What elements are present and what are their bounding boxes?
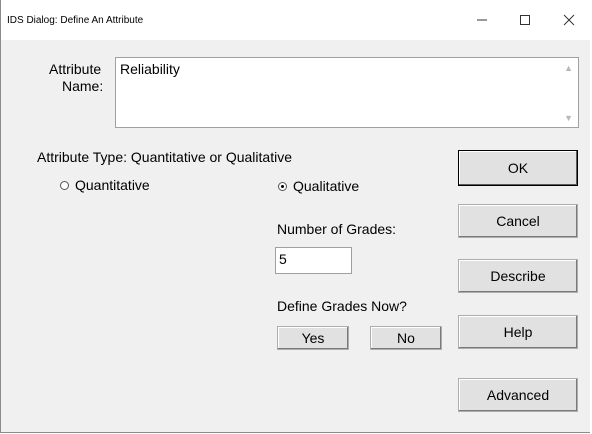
ok-button[interactable]: OK	[458, 150, 578, 186]
define-grades-label: Define Grades Now?	[277, 298, 407, 314]
radio-quantitative[interactable]: Quantitative	[60, 177, 150, 193]
window-title: IDS Dialog: Define An Attribute	[7, 15, 144, 26]
radio-checked-icon	[278, 181, 287, 191]
minimize-button[interactable]	[460, 0, 504, 40]
attribute-name-label-line1: Attribute	[49, 61, 102, 77]
radio-unchecked-icon	[60, 180, 69, 190]
close-button[interactable]	[547, 0, 591, 40]
dialog-window: IDS Dialog: Define An Attribute Attribut…	[0, 0, 592, 433]
scroll-up-icon[interactable]: ▲	[564, 63, 573, 73]
dialog-body: Attribute Name: Reliability ▲ ▼ Attribut…	[2, 40, 590, 432]
cancel-button[interactable]: Cancel	[458, 204, 578, 238]
maximize-icon	[520, 15, 530, 25]
radio-qualitative-label: Qualitative	[293, 178, 360, 194]
help-button[interactable]: Help	[458, 315, 578, 349]
describe-button[interactable]: Describe	[458, 259, 578, 293]
radio-qualitative[interactable]: Qualitative	[278, 178, 359, 194]
scroll-down-icon[interactable]: ▼	[564, 113, 573, 123]
no-button[interactable]: No	[370, 326, 442, 350]
maximize-button[interactable]	[503, 0, 547, 40]
attribute-name-value: Reliability	[120, 61, 180, 77]
number-of-grades-label: Number of Grades:	[277, 221, 397, 237]
number-of-grades-input[interactable]: 5	[275, 247, 352, 274]
attribute-name-field[interactable]: Reliability ▲ ▼	[115, 57, 579, 128]
radio-quantitative-label: Quantitative	[75, 177, 150, 193]
yes-button[interactable]: Yes	[277, 326, 349, 350]
close-icon	[563, 14, 575, 26]
minimize-icon	[477, 19, 487, 21]
attribute-type-label: Attribute Type: Quantitative or Qualitat…	[37, 149, 292, 165]
attribute-name-label-line2: Name:	[62, 78, 104, 94]
advanced-button[interactable]: Advanced	[458, 378, 578, 412]
title-bar[interactable]: IDS Dialog: Define An Attribute	[1, 0, 592, 40]
